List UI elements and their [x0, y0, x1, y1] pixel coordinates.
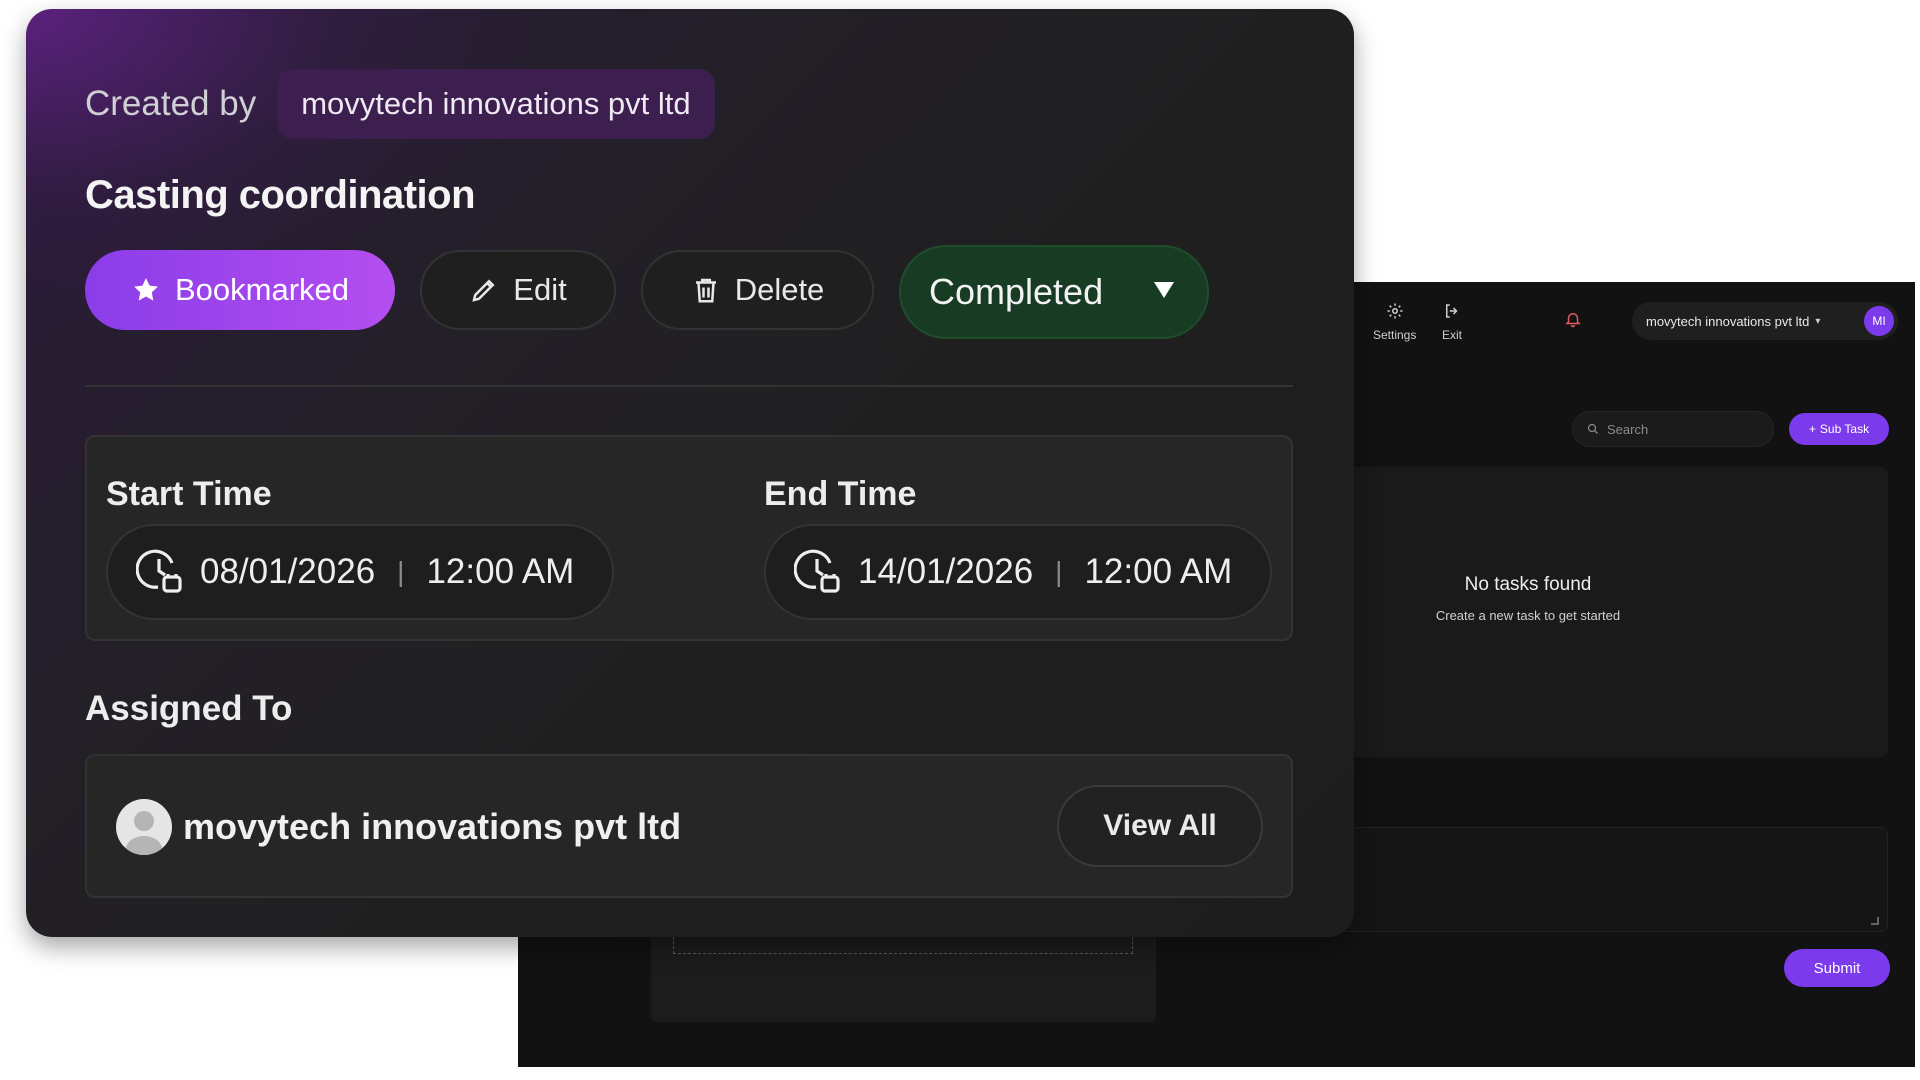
- exit-icon: [1446, 304, 1458, 318]
- nav-settings-label: Settings: [1373, 328, 1417, 342]
- divider: [85, 385, 1293, 387]
- caret-down-icon: [1154, 282, 1174, 298]
- page-title: Casting coordination: [85, 173, 476, 217]
- gear-icon: [1387, 303, 1403, 319]
- assignee-name: movytech innovations pvt ltd: [183, 806, 682, 847]
- search-placeholder: Search: [1607, 421, 1649, 437]
- view-all-button[interactable]: View All: [1057, 785, 1263, 867]
- delete-button[interactable]: Delete: [641, 250, 874, 330]
- upload-panel: [651, 932, 1156, 1022]
- status-dropdown[interactable]: Completed: [899, 245, 1209, 339]
- add-subtask-label: Sub Task: [1819, 422, 1870, 436]
- end-date: 14/01/2026: [858, 552, 1034, 591]
- user-avatar-icon: [116, 799, 172, 855]
- created-by-row: Created by movytech innovations pvt ltd: [85, 69, 715, 139]
- start-time-picker[interactable]: 08/01/2026 | 12:00 AM: [106, 524, 614, 620]
- nav-settings[interactable]: Settings: [1373, 302, 1416, 342]
- nav-exit[interactable]: Exit: [1442, 302, 1462, 342]
- creator-chip: movytech innovations pvt ltd: [277, 69, 715, 139]
- chevron-down-icon: ▾: [1815, 315, 1821, 327]
- separator: |: [397, 556, 405, 587]
- empty-state-title: No tasks found: [1464, 574, 1592, 595]
- bookmark-button[interactable]: Bookmarked: [85, 250, 395, 330]
- assignee-panel: movytech innovations pvt ltd View All: [85, 754, 1293, 898]
- plus-icon: +: [1808, 422, 1816, 436]
- trash-icon: [695, 278, 716, 303]
- created-by-label: Created by: [85, 84, 257, 123]
- assigned-to-heading: Assigned To: [85, 689, 293, 728]
- add-subtask-button[interactable]: + Sub Task: [1789, 413, 1889, 445]
- schedule-panel: Start Time End Time 08/01/2026 | 12:00 A…: [85, 435, 1293, 641]
- avatar: MI: [1864, 306, 1894, 336]
- resize-handle[interactable]: [1871, 917, 1879, 925]
- start-time: 12:00 AM: [426, 552, 575, 591]
- clock-calendar-icon: [136, 549, 182, 593]
- nav-exit-label: Exit: [1442, 328, 1463, 342]
- edit-button[interactable]: Edit: [420, 250, 616, 330]
- status-value: Completed: [929, 271, 1104, 312]
- separator: |: [1055, 556, 1063, 587]
- submit-button[interactable]: Submit: [1784, 949, 1890, 987]
- user-menu-button[interactable]: movytech innovations pvt ltd ▾ MI: [1632, 302, 1898, 340]
- empty-state-subtitle: Create a new task to get started: [1435, 608, 1621, 623]
- end-time-label: End Time: [764, 475, 917, 513]
- delete-label: Delete: [734, 272, 825, 307]
- task-detail-card: Created by movytech innovations pvt ltd …: [26, 9, 1354, 937]
- search-icon: [1587, 423, 1598, 434]
- pencil-icon: [472, 279, 495, 302]
- empty-state: No tasks found Create a new task to get …: [1298, 574, 1758, 623]
- bell-icon[interactable]: [1564, 310, 1582, 328]
- start-date: 08/01/2026: [200, 552, 376, 591]
- star-icon: [134, 278, 158, 301]
- edit-label: Edit: [513, 272, 567, 307]
- end-time-picker[interactable]: 14/01/2026 | 12:00 AM: [764, 524, 1272, 620]
- end-time: 12:00 AM: [1084, 552, 1233, 591]
- search-input[interactable]: Search: [1572, 411, 1774, 447]
- clock-calendar-icon: [794, 549, 840, 593]
- user-menu-name: movytech innovations pvt ltd: [1646, 313, 1810, 329]
- bookmark-label: Bookmarked: [174, 272, 350, 307]
- start-time-label: Start Time: [106, 475, 272, 513]
